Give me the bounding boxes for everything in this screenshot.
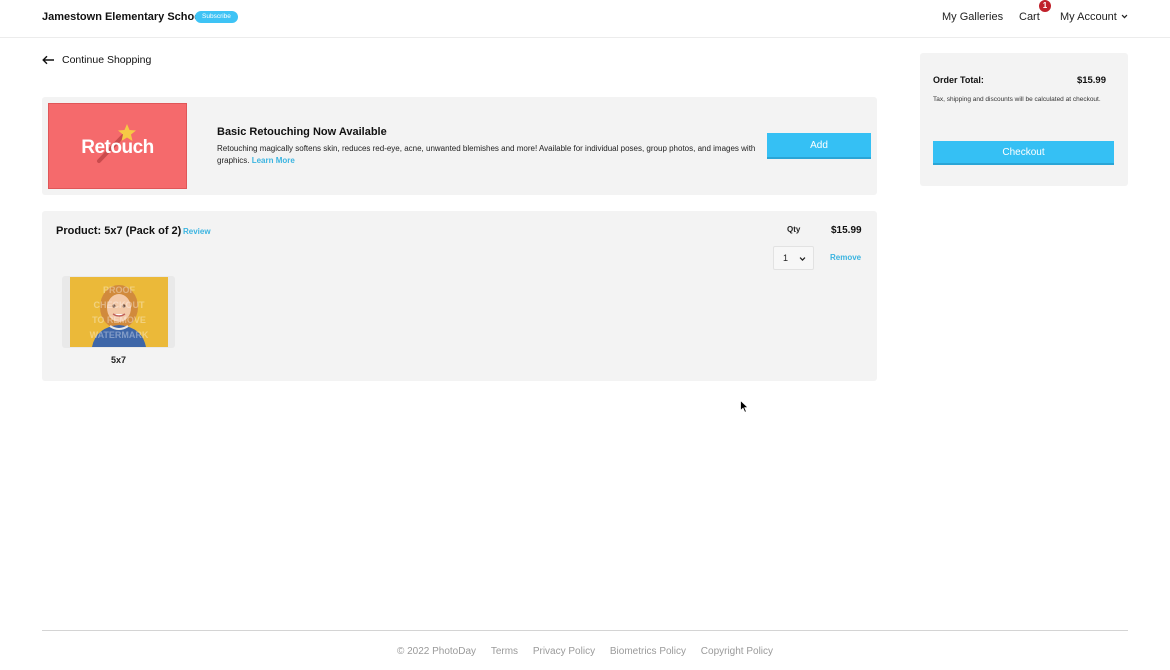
mouse-pointer-icon (740, 400, 749, 413)
order-total-note: Tax, shipping and discounts will be calc… (933, 96, 1101, 103)
student-photo: PROOF CHECKOUT TO REMOVE WATERMARK (70, 277, 168, 347)
nav-my-account[interactable]: My Account (1060, 11, 1117, 23)
retouch-promo-card: Retouch Basic Retouching Now Available R… (42, 97, 877, 195)
nav-cart[interactable]: Cart (1019, 11, 1040, 23)
watermark-line-4: WATERMARK (90, 330, 149, 340)
promo-description: Retouching magically softens skin, reduc… (217, 143, 762, 167)
footer-copyright: © 2022 PhotoDay (396, 646, 477, 657)
order-summary-panel: Order Total: $15.99 Tax, shipping and di… (920, 53, 1128, 186)
product-price: $15.99 (831, 225, 862, 236)
footer-privacy-policy-link[interactable]: Privacy Policy (533, 646, 595, 657)
product-title: Product: 5x7 (Pack of 2) (56, 225, 182, 237)
learn-more-link[interactable]: Learn More (252, 156, 295, 165)
order-total-value: $15.99 (1076, 75, 1106, 86)
thumbnail-label: 5x7 (110, 355, 127, 365)
retouch-promo-image: Retouch (48, 103, 187, 189)
footer: © 2022 PhotoDay Terms Privacy Policy Bio… (0, 646, 1170, 657)
order-total-label: Order Total: (933, 75, 984, 85)
checkout-button[interactable]: Checkout (933, 141, 1114, 165)
subscribe-button[interactable]: Subscribe (195, 11, 238, 23)
promo-title: Basic Retouching Now Available (217, 126, 387, 138)
remove-link[interactable]: Remove (830, 253, 861, 262)
continue-shopping-label: Continue Shopping (62, 54, 152, 66)
watermark-line-2: CHECKOUT (94, 300, 146, 310)
product-thumbnail[interactable]: PROOF CHECKOUT TO REMOVE WATERMARK (62, 276, 175, 348)
footer-terms-link[interactable]: Terms (491, 646, 518, 657)
footer-divider (42, 630, 1128, 631)
top-header: Jamestown Elementary School Subscribe My… (0, 0, 1170, 38)
cart-product-card: Product: 5x7 (Pack of 2) Review Qty $15.… (42, 211, 877, 381)
quantity-select[interactable]: 1 (773, 246, 814, 270)
chevron-down-icon (799, 257, 806, 261)
cart-count-badge: 1 (1039, 0, 1051, 12)
promo-description-text: Retouching magically softens skin, reduc… (217, 144, 756, 165)
watermark-line-3: TO REMOVE (92, 315, 146, 325)
add-retouching-button[interactable]: Add (767, 133, 871, 159)
quantity-value: 1 (783, 253, 789, 263)
review-link[interactable]: Review (183, 227, 211, 236)
footer-copyright-policy-link[interactable]: Copyright Policy (701, 646, 773, 657)
student-photo-image: PROOF CHECKOUT TO REMOVE WATERMARK (70, 277, 168, 347)
nav-my-galleries[interactable]: My Galleries (942, 11, 1003, 23)
chevron-down-icon[interactable] (1121, 13, 1128, 20)
continue-shopping-link[interactable]: Continue Shopping (42, 53, 151, 67)
school-name[interactable]: Jamestown Elementary School (42, 11, 204, 23)
footer-biometrics-policy-link[interactable]: Biometrics Policy (610, 646, 686, 657)
qty-label: Qty (787, 225, 801, 234)
retouch-image-text: Retouch (81, 137, 154, 158)
watermark-line-1: PROOF (103, 285, 136, 295)
arrow-left-icon (42, 55, 54, 65)
